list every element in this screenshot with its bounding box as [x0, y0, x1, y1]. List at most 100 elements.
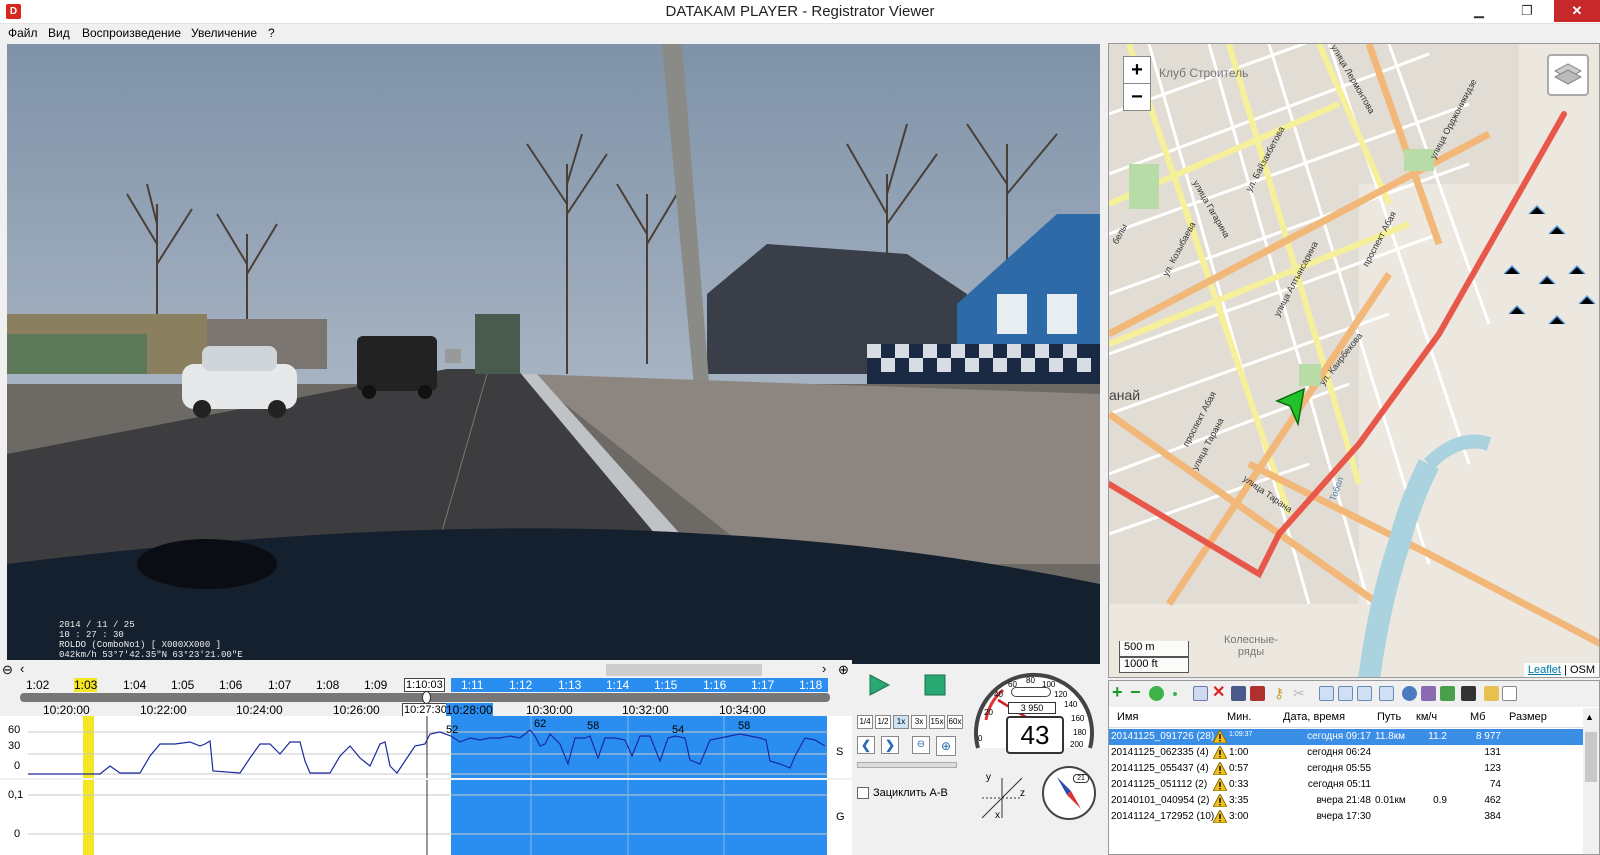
col-name-header[interactable]: Имя [1117, 711, 1138, 723]
map-layers-button[interactable] [1547, 54, 1589, 96]
delete-icon[interactable]: ✕ [1212, 685, 1227, 701]
file-list-scrollbar[interactable]: ▲ [1583, 708, 1599, 854]
zoom-in-magnifier-icon[interactable]: ⊕ [936, 736, 956, 756]
dial-label: 200 [1070, 740, 1084, 749]
file-name: 20140101_040954 (2) [1111, 795, 1210, 806]
stop-icon[interactable] [924, 674, 946, 696]
fit-icon[interactable] [1338, 686, 1353, 701]
clock-tick-label: 10:28:00 [446, 703, 493, 717]
loop-ab-checkbox[interactable] [857, 787, 869, 799]
map-label: анай [1109, 387, 1141, 403]
file-row[interactable]: 20141125_055437 (4) 0:57 сегодня 05:55 123 [1109, 761, 1584, 777]
menu-file[interactable]: Файл [8, 26, 38, 40]
map-scale-metric: 500 m [1119, 641, 1189, 657]
map-label: Колесные-ряды [1223, 634, 1279, 658]
file-row[interactable]: 20141125_091726 (28) 1:09:37 сегодня 09:17… [1109, 729, 1584, 745]
speed-ytick: 60 [8, 724, 21, 736]
file-datetime: сегодня 05:11 [1307, 779, 1371, 790]
film-icon[interactable] [1461, 686, 1476, 701]
window-icon[interactable] [1319, 686, 1334, 701]
close-button[interactable]: ✕ [1554, 0, 1600, 22]
speed-half-button[interactable]: 1/2 [875, 715, 891, 729]
file-list-toolbar: + − ✕ ⚷ ✂ [1109, 681, 1599, 707]
timeline-zoom-out-icon[interactable]: ⊖ [2, 662, 13, 678]
play-icon[interactable] [868, 674, 890, 696]
playback-controls: 1/4 1/2 1x 3x 15x 60x ❮ ❯ ⊖ ⊕ Зациклить … [852, 660, 968, 855]
save-icon[interactable] [1231, 686, 1246, 701]
playback-position-slider[interactable] [20, 691, 830, 704]
warning-icon [1213, 778, 1227, 791]
key-icon[interactable]: ⚷ [1274, 686, 1289, 701]
refresh-icon[interactable] [1149, 686, 1164, 701]
g-force-graph-plot [28, 780, 828, 855]
loop-ab-label: Зациклить А-В [873, 787, 948, 799]
menu-zoom[interactable]: Увеличение [191, 26, 257, 40]
dial-label: 120 [1054, 690, 1068, 699]
file-megabytes: 8 977 [1475, 731, 1501, 742]
truck [475, 314, 520, 374]
speed-graph-plot [28, 716, 828, 778]
speed-15x-button[interactable]: 15x [929, 715, 945, 729]
prev-file-icon[interactable]: ❮ [857, 736, 875, 754]
timeline-zoom-in-icon[interactable]: ⊕ [838, 662, 849, 678]
col-size-header[interactable]: Размер [1509, 711, 1547, 723]
folder-icon[interactable] [1484, 686, 1499, 701]
scroll-thumb[interactable] [1585, 732, 1597, 782]
speed-quarter-button[interactable]: 1/4 [857, 715, 873, 729]
ruler-tick-label: 1:15 [654, 678, 678, 692]
speed-graph[interactable]: 60 30 0 S 52 62 58 54 58 [0, 716, 852, 778]
timeline-ruler-relative[interactable]: 1:02 1:03 1:04 1:05 1:06 1:07 1:08 1:09 … [18, 678, 830, 692]
ruler-tick-label: 1:14 [606, 678, 630, 692]
volume-slider[interactable] [857, 762, 957, 768]
compass-icon [1042, 766, 1096, 820]
copy-icon[interactable] [1193, 686, 1208, 701]
col-speed-header[interactable]: км/ч [1416, 711, 1437, 723]
ruler-tick-label: 1:02 [26, 678, 50, 692]
map-panel[interactable]: Клуб Строитель улица Лермонтова улица Ор… [1108, 43, 1600, 678]
col-path-header[interactable]: Путь [1377, 711, 1401, 723]
document-icon[interactable] [1502, 686, 1517, 701]
video-viewport[interactable]: 2014 / 11 / 25 10 : 27 : 30 ROLDO (Combo… [7, 44, 1100, 664]
map-zoom-in-button[interactable]: + [1123, 56, 1151, 84]
timeline-scroll-left[interactable]: ‹ [20, 661, 24, 676]
clock-tick-label: 10:20:00 [43, 703, 90, 717]
leaflet-link[interactable]: Leaflet [1528, 664, 1561, 676]
checkered-fence [867, 344, 1100, 389]
speed-1x-button[interactable]: 1x [893, 715, 909, 729]
dark-suv [357, 336, 437, 399]
g-ytick: 0 [14, 828, 21, 840]
menu-help[interactable]: ? [268, 26, 275, 40]
col-datetime-header[interactable]: Дата, время [1283, 711, 1345, 723]
file-megabytes: 123 [1484, 763, 1501, 774]
layout-icon[interactable] [1379, 686, 1394, 701]
col-min-header[interactable]: Мин. [1227, 711, 1251, 723]
file-row[interactable]: 20140101_040954 (2) 3:35 вчера 21:48 0.01км… [1109, 793, 1584, 809]
file-row[interactable]: 20141125_062335 (4) 1:00 сегодня 06:24 131 [1109, 745, 1584, 761]
file-row[interactable]: 20141124_172952 (10) 3:00 вчера 17:30 384 [1109, 809, 1584, 825]
g-force-graph[interactable]: 0,1 0 G [0, 780, 852, 855]
minimize-button[interactable]: ▁ [1464, 0, 1494, 22]
speed-3x-button[interactable]: 3x [911, 715, 927, 729]
export-icon[interactable] [1250, 686, 1265, 701]
remove-file-icon[interactable]: − [1130, 683, 1145, 701]
file-row[interactable]: 20141125_051112 (2) 0:33 сегодня 05:11 74 [1109, 777, 1584, 793]
maximize-button[interactable]: ❐ [1512, 0, 1542, 22]
menu-view[interactable]: Вид [48, 26, 70, 40]
map-zoom-out-button[interactable]: − [1123, 83, 1151, 111]
globe-icon[interactable] [1402, 686, 1417, 701]
scroll-up-icon[interactable]: ▲ [1585, 712, 1594, 722]
timeline-scrollbar[interactable] [30, 664, 830, 676]
zoom-out-magnifier-icon[interactable]: ⊖ [912, 736, 930, 754]
timeline-scrollbar-thumb[interactable] [606, 664, 762, 676]
col-mb-header[interactable]: Мб [1470, 711, 1485, 723]
next-file-icon[interactable]: ❯ [881, 736, 899, 754]
split-icon[interactable] [1357, 686, 1372, 701]
image-icon[interactable] [1421, 686, 1436, 701]
add-file-icon[interactable]: + [1112, 683, 1127, 701]
file-datetime: вчера 17:30 [1316, 811, 1371, 822]
far-car [445, 349, 461, 363]
menu-playback[interactable]: Воспроизведение [82, 26, 181, 40]
map-icon[interactable] [1440, 686, 1455, 701]
speed-60x-button[interactable]: 60x [947, 715, 963, 729]
ruler-tick-label: 1:04 [123, 678, 147, 692]
